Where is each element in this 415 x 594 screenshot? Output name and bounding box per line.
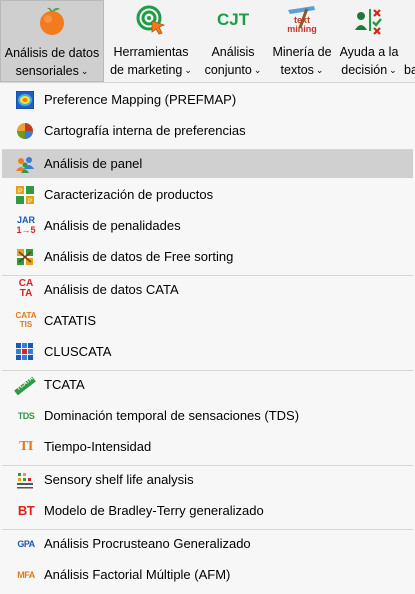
text-mining-button-label-line2: textos — [280, 63, 314, 77]
sensory-button-label-line1: Análisis de datos — [4, 46, 100, 60]
conjoint-analysis-button[interactable]: CJT Análisis conjunto ⌄ — [198, 0, 268, 82]
decision-support-button[interactable]: Ayuda a la decisión ⌄ — [336, 0, 402, 82]
cut-off-ribbon-button[interactable]: ba — [403, 0, 415, 82]
menu-item-catatis[interactable]: CATA TIS CATATIS — [2, 307, 413, 335]
menu-item-mfa[interactable]: MFA Análisis Factorial Múltiple (AFM) — [2, 561, 413, 589]
menu-item-shelf-life[interactable]: Sensory shelf life analysis — [2, 466, 413, 494]
marketing-button-label-line1: Herramientas — [113, 45, 189, 59]
svg-text:P: P — [28, 199, 32, 204]
ribbon-toolbar: Análisis de datos sensoriales ⌄ Herramien… — [0, 0, 415, 83]
sensory-data-analysis-button[interactable]: Análisis de datos sensoriales ⌄ — [0, 0, 104, 82]
catatis-icon: CATA TIS — [15, 311, 37, 329]
marketing-tools-button[interactable]: Herramientas de marketing ⌄ — [105, 0, 197, 82]
menu-item-tcata[interactable]: TCATA TCATA — [2, 371, 413, 399]
menu-item-label: Sensory shelf life analysis — [44, 472, 194, 487]
penalty-analysis-icon: JAR 1→5 — [16, 215, 36, 235]
gpa-icon: GPA — [17, 539, 35, 549]
product-characterization-icon: P P — [16, 186, 34, 204]
menu-item-label: Análisis de penalidades — [44, 218, 181, 233]
internal-map-icon — [17, 123, 33, 139]
chevron-down-icon: ⌄ — [80, 66, 89, 76]
menu-item-cluscata[interactable]: CLUSCATA — [2, 338, 413, 366]
cjt-icon: CJT — [217, 10, 250, 29]
menu-item-label: Modelo de Bradley-Terry generalizado — [44, 503, 264, 518]
chevron-down-icon: ⌄ — [184, 65, 192, 75]
prefmap-icon — [16, 91, 34, 109]
cluscata-icon — [16, 343, 33, 360]
menu-item-label: Preference Mapping (PREFMAP) — [44, 92, 237, 107]
svg-text:P: P — [18, 189, 22, 195]
cut-off-button-label: ba — [404, 63, 415, 77]
time-intensity-icon: TI — [19, 439, 33, 454]
text-mining-icon: text mining — [284, 4, 320, 36]
menu-item-label: CATATIS — [44, 313, 96, 328]
menu-item-label: Análisis de datos de Free sorting — [44, 249, 234, 264]
text-mining-button[interactable]: text mining Minería de textos ⌄ — [269, 0, 335, 82]
chevron-down-icon: ⌄ — [389, 65, 397, 75]
menu-item-label: Análisis de datos CATA — [44, 282, 179, 297]
menu-item-panel-analysis[interactable]: Análisis de panel — [2, 150, 413, 178]
menu-item-penalty-analysis[interactable]: JAR 1→5 Análisis de penalidades — [2, 212, 413, 240]
decision-icon — [355, 9, 382, 35]
menu-item-cata[interactable]: CA TA Análisis de datos CATA — [2, 276, 413, 304]
decision-button-label-line1: Ayuda a la — [339, 45, 399, 59]
chevron-down-icon: ⌄ — [315, 65, 324, 75]
bradley-terry-icon: BT — [17, 503, 35, 518]
shelf-life-icon — [17, 473, 33, 489]
menu-item-label: Dominación temporal de sensaciones (TDS) — [44, 408, 300, 423]
menu-item-label: Cartografía interna de preferencias — [44, 123, 246, 138]
menu-item-product-characterization[interactable]: P P Caracterización de productos — [2, 181, 413, 209]
chevron-down-icon: ⌄ — [253, 65, 262, 75]
marketing-button-label-line2: de marketing — [110, 63, 183, 77]
cata-icon: CA TA — [18, 278, 34, 299]
sensory-button-label-line2: sensoriales — [15, 64, 79, 78]
menu-item-prefmap[interactable]: Preference Mapping (PREFMAP) — [2, 86, 413, 114]
menu-item-label: Caracterización de productos — [44, 187, 214, 202]
menu-item-free-sorting[interactable]: Análisis de datos de Free sorting — [2, 243, 413, 271]
menu-item-gpa[interactable]: GPA Análisis Procrusteano Generalizado — [2, 530, 413, 558]
mfa-icon: MFA — [17, 570, 35, 580]
menu-item-label: CLUSCATA — [44, 344, 112, 359]
menu-item-internal-preference-mapping[interactable]: Cartografía interna de preferencias — [2, 117, 413, 145]
tds-icon: TDS — [17, 411, 35, 421]
menu-item-label: Análisis de panel — [44, 156, 143, 171]
sensory-analysis-dropdown-menu: Preference Mapping (PREFMAP) Cartografía… — [0, 83, 415, 594]
conjoint-button-label-line2: conjunto — [204, 63, 252, 77]
free-sorting-icon — [17, 249, 33, 265]
menu-item-label: Análisis Factorial Múltiple (AFM) — [44, 567, 231, 582]
conjoint-button-label-line1: Análisis — [211, 45, 255, 59]
menu-item-label: TCATA — [44, 377, 85, 392]
target-cursor-icon — [136, 5, 166, 35]
orange-fruit-icon — [40, 7, 64, 35]
menu-item-time-intensity[interactable]: TI Tiempo-Intensidad — [2, 433, 413, 461]
tcata-icon: TCATA — [14, 375, 36, 395]
menu-item-bradley-terry[interactable]: BT Modelo de Bradley-Terry generalizado — [2, 497, 413, 525]
decision-button-label-line2: decisión — [341, 63, 388, 77]
text-mining-button-label-line1: Minería de — [272, 45, 332, 59]
menu-item-label: Análisis Procrusteano Generalizado — [44, 536, 251, 551]
menu-item-label: Tiempo-Intensidad — [44, 439, 152, 454]
menu-item-tds[interactable]: TDS Dominación temporal de sensaciones (… — [2, 402, 413, 430]
panel-analysis-icon — [16, 157, 34, 173]
